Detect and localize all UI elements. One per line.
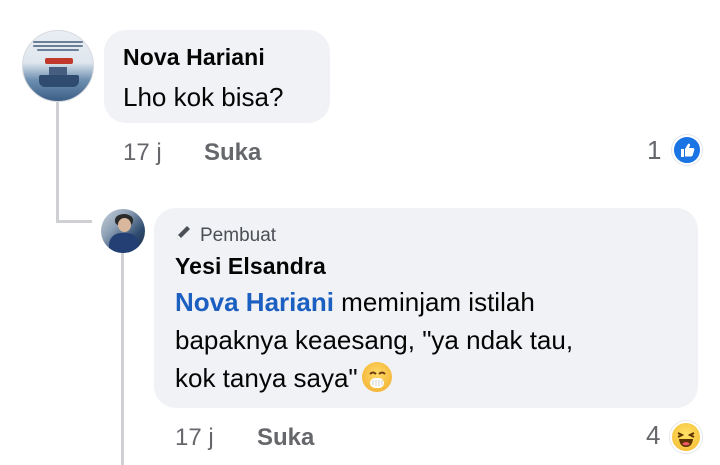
reply-text-line: bapaknya keaesang, "ya ndak tau, xyxy=(175,325,574,355)
pencil-icon xyxy=(174,224,194,248)
face-with-hand-over-mouth-icon xyxy=(361,362,392,392)
like-icon[interactable] xyxy=(672,135,702,165)
comment-author-name[interactable]: Nova Hariani xyxy=(123,44,265,71)
reply-connector-line xyxy=(121,252,124,465)
like-button[interactable]: Suka xyxy=(257,424,314,452)
author-badge: Pembuat xyxy=(174,224,276,248)
thread-connector-branch xyxy=(56,220,92,223)
like-button[interactable]: Suka xyxy=(204,139,261,167)
reply-author-name[interactable]: Yesi Elsandra xyxy=(175,253,326,280)
avatar[interactable] xyxy=(22,30,94,102)
reply-text-line: kok tanya saya" xyxy=(175,359,392,397)
avatar[interactable] xyxy=(101,209,145,253)
reaction-count[interactable]: 4 xyxy=(646,420,660,451)
reaction-count[interactable]: 1 xyxy=(647,135,661,166)
author-badge-label: Pembuat xyxy=(200,225,277,246)
reply-text-line: Nova Hariani meminjam istilah xyxy=(175,287,535,317)
mention-link[interactable]: Nova Hariani xyxy=(175,287,334,317)
thread-connector-line xyxy=(56,100,59,223)
haha-icon[interactable] xyxy=(670,421,702,453)
reply-timestamp[interactable]: 17 j xyxy=(175,424,214,452)
comment-timestamp[interactable]: 17 j xyxy=(123,139,162,167)
comment-text: Lho kok bisa? xyxy=(123,82,284,112)
